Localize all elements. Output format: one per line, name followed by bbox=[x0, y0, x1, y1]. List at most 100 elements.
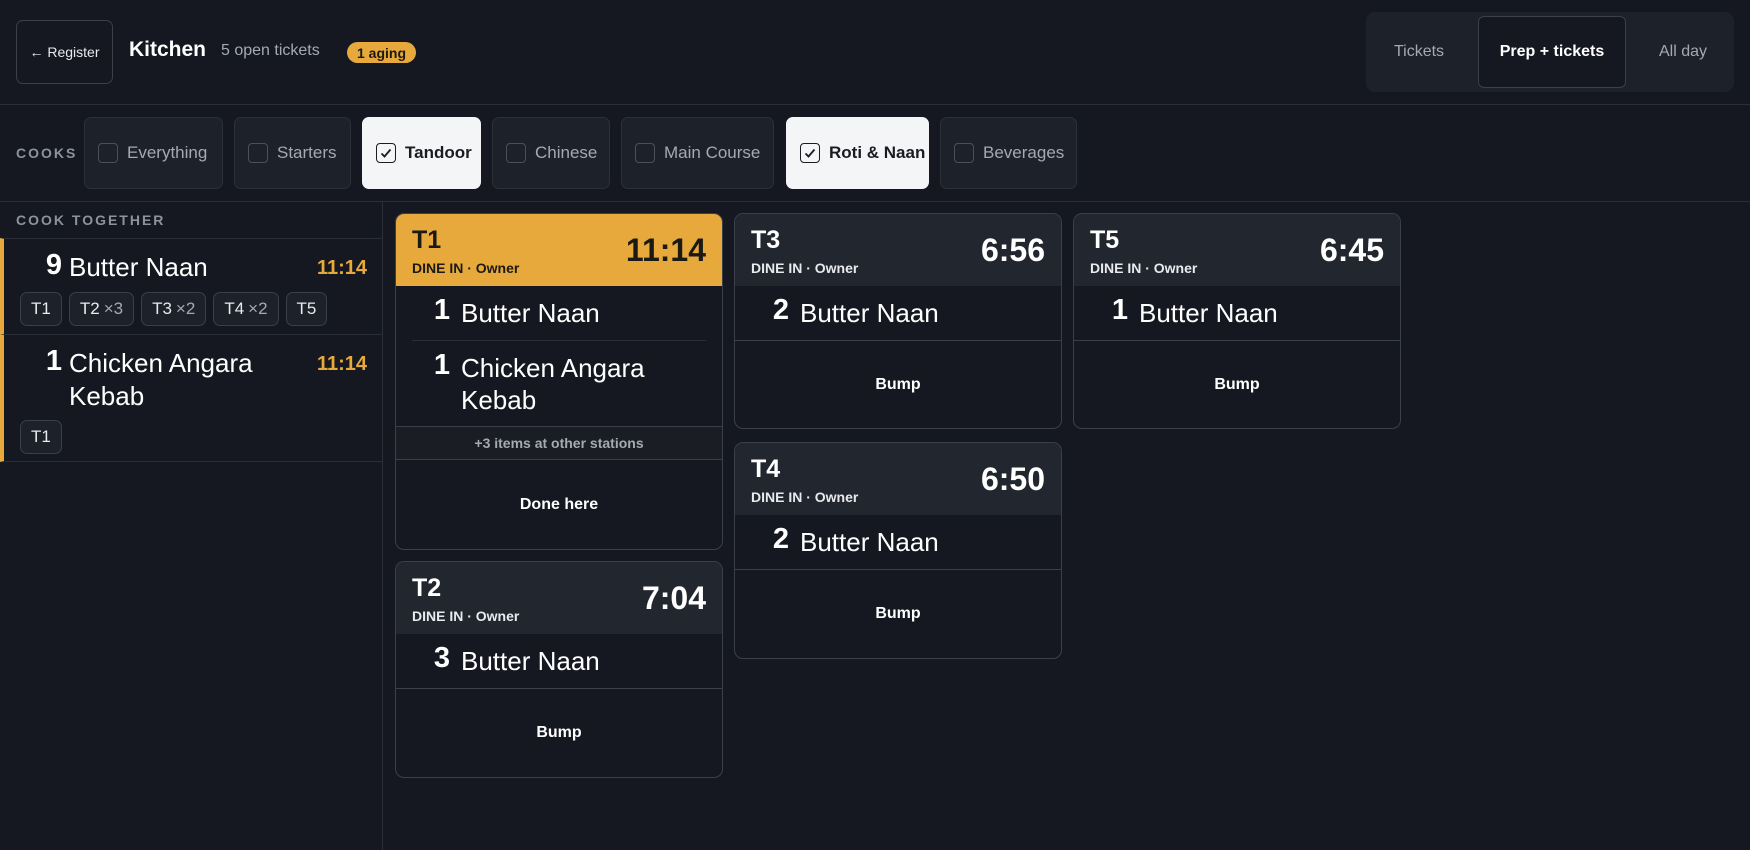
station-starters[interactable]: Starters bbox=[234, 117, 351, 189]
ticket-header: T4 DINE IN · Owner 6:50 bbox=[735, 443, 1061, 515]
line-quantity: 3 bbox=[433, 642, 450, 674]
ticket-table: T5 bbox=[1090, 226, 1120, 254]
ticket-subtitle: DINE IN · Owner bbox=[412, 608, 520, 624]
ticket-line-item[interactable]: 1 Chicken Angara Kebab bbox=[412, 340, 706, 426]
ticket-line-item[interactable]: 2 Butter Naan bbox=[735, 515, 1061, 569]
ticket-line-item[interactable]: 3 Butter Naan bbox=[396, 634, 722, 688]
ticket-table: T4 bbox=[751, 455, 781, 483]
done-here-button[interactable]: Done here bbox=[396, 459, 722, 549]
bump-button[interactable]: Bump bbox=[1074, 340, 1400, 428]
item-quantity: 1 bbox=[45, 345, 62, 377]
line-quantity: 1 bbox=[433, 349, 450, 381]
ticket-table: T1 bbox=[412, 226, 442, 254]
ticket-timer: 7:04 bbox=[641, 580, 706, 616]
station-label: Starters bbox=[277, 143, 337, 162]
station-label: Chinese bbox=[535, 143, 598, 162]
station-chinese[interactable]: Chinese bbox=[492, 117, 610, 189]
ticket-chip[interactable]: T1 bbox=[20, 292, 62, 326]
register-label: ← Register bbox=[29, 44, 100, 60]
station-label: Roti & Naan bbox=[829, 143, 926, 162]
cook-together-item[interactable]: 9 Butter Naan 11:14 T1 T2 ×3 T3 ×2 T4 ×2 T5 bbox=[0, 238, 383, 334]
ticket-chip[interactable]: T2 ×3 bbox=[68, 292, 135, 326]
station-label: Everything bbox=[127, 143, 208, 162]
ticket-table: T2 bbox=[412, 574, 442, 602]
ticket-table: T3 bbox=[751, 226, 781, 254]
back-to-register-button[interactable]: ← Register bbox=[16, 20, 113, 84]
page-title: Kitchen bbox=[129, 38, 207, 61]
line-name: Chicken Angara Kebab bbox=[461, 353, 645, 415]
cooks-label: COOKS bbox=[16, 145, 78, 161]
tab-all-day[interactable]: All day bbox=[1636, 16, 1730, 88]
ticket-chip[interactable]: T4 ×2 bbox=[213, 292, 279, 326]
station-label: Beverages bbox=[983, 143, 1065, 162]
bump-button[interactable]: Bump bbox=[396, 688, 722, 777]
ticket-chip[interactable]: T3 ×2 bbox=[141, 292, 207, 326]
line-quantity: 1 bbox=[433, 294, 450, 326]
bump-button[interactable]: Bump bbox=[735, 569, 1061, 658]
chip-multiplier: ×2 bbox=[248, 299, 268, 318]
ticket-chip[interactable]: T1 bbox=[20, 420, 62, 454]
ticket-subtitle: DINE IN · Owner bbox=[1090, 260, 1198, 276]
station-label: Main Course bbox=[664, 143, 761, 162]
line-name: Butter Naan bbox=[800, 298, 939, 328]
line-quantity: 2 bbox=[772, 523, 789, 555]
view-switch: Tickets Prep + tickets All day bbox=[1366, 12, 1734, 92]
item-quantity: 9 bbox=[45, 249, 62, 281]
cook-together-item[interactable]: 1 Chicken Angara Kebab 11:14 T1 bbox=[0, 334, 383, 462]
ticket-card-t1[interactable]: T1 DINE IN · Owner 11:14 1 Butter Naan 1… bbox=[395, 213, 723, 550]
ticket-card-t2[interactable]: T2 DINE IN · Owner 7:04 3 Butter Naan Bu… bbox=[395, 561, 723, 778]
ticket-timer: 6:50 bbox=[980, 461, 1045, 497]
ticket-chip[interactable]: T5 bbox=[285, 292, 328, 326]
station-roti-naan[interactable]: Roti & Naan bbox=[786, 117, 929, 189]
chip-table: T1 bbox=[31, 427, 51, 446]
aging-badge: 1 aging bbox=[347, 42, 417, 63]
checkbox-icon bbox=[506, 143, 526, 163]
station-beverages[interactable]: Beverages bbox=[940, 117, 1077, 189]
chip-table: T5 bbox=[296, 299, 317, 318]
station-tandoor[interactable]: Tandoor bbox=[362, 117, 481, 189]
station-filter-bar: COOKS Everything Starters Tandoor Chines… bbox=[0, 105, 1750, 202]
top-bar: ← Register Kitchen 5 open tickets 1 agin… bbox=[0, 0, 1750, 105]
ticket-header: T5 DINE IN · Owner 6:45 bbox=[1074, 214, 1400, 286]
checkbox-icon bbox=[954, 143, 974, 163]
open-tickets-count: 5 open tickets bbox=[221, 42, 320, 59]
station-label: Tandoor bbox=[405, 143, 472, 162]
item-name: Chicken Angara Kebab bbox=[69, 348, 253, 411]
ticket-line-item[interactable]: 1 Butter Naan bbox=[396, 286, 722, 340]
ticket-header: T3 DINE IN · Owner 6:56 bbox=[735, 214, 1061, 286]
chip-table: T2 bbox=[79, 299, 100, 318]
checkmark-icon bbox=[376, 143, 396, 163]
chip-table: T3 bbox=[152, 299, 172, 318]
ticket-timer: 11:14 bbox=[625, 232, 706, 268]
ticket-card-t3[interactable]: T3 DINE IN · Owner 6:56 2 Butter Naan Bu… bbox=[734, 213, 1062, 429]
tab-tickets[interactable]: Tickets bbox=[1370, 16, 1468, 88]
ticket-subtitle: DINE IN · Owner bbox=[412, 260, 520, 276]
line-name: Butter Naan bbox=[461, 646, 600, 676]
other-stations-note: +3 items at other stations bbox=[396, 426, 722, 459]
ticket-chips: T1 bbox=[20, 420, 62, 454]
ticket-subtitle: DINE IN · Owner bbox=[751, 489, 859, 505]
line-quantity: 2 bbox=[772, 294, 789, 326]
ticket-header: T2 DINE IN · Owner 7:04 bbox=[396, 562, 722, 634]
ticket-header: T1 DINE IN · Owner 11:14 bbox=[396, 214, 722, 286]
checkbox-icon bbox=[635, 143, 655, 163]
item-age: 11:14 bbox=[316, 257, 367, 279]
checkbox-icon bbox=[98, 143, 118, 163]
ticket-line-item[interactable]: 1 Butter Naan bbox=[1074, 286, 1400, 340]
station-everything[interactable]: Everything bbox=[84, 117, 223, 189]
tab-prep-tickets[interactable]: Prep + tickets bbox=[1478, 16, 1626, 88]
line-name: Butter Naan bbox=[1139, 298, 1278, 328]
line-name: Butter Naan bbox=[800, 527, 939, 557]
station-main-course[interactable]: Main Course bbox=[621, 117, 774, 189]
ticket-card-t5[interactable]: T5 DINE IN · Owner 6:45 1 Butter Naan Bu… bbox=[1073, 213, 1401, 429]
ticket-line-item[interactable]: 2 Butter Naan bbox=[735, 286, 1061, 340]
ticket-chips: T1 T2 ×3 T3 ×2 T4 ×2 T5 bbox=[20, 292, 328, 326]
item-age: 11:14 bbox=[316, 353, 367, 375]
checkbox-icon bbox=[248, 143, 268, 163]
ticket-card-t4[interactable]: T4 DINE IN · Owner 6:50 2 Butter Naan Bu… bbox=[734, 442, 1062, 659]
ticket-timer: 6:45 bbox=[1319, 232, 1384, 268]
chip-table: T4 bbox=[224, 299, 245, 318]
ticket-timer: 6:56 bbox=[980, 232, 1045, 268]
ticket-subtitle: DINE IN · Owner bbox=[751, 260, 859, 276]
bump-button[interactable]: Bump bbox=[735, 340, 1061, 428]
